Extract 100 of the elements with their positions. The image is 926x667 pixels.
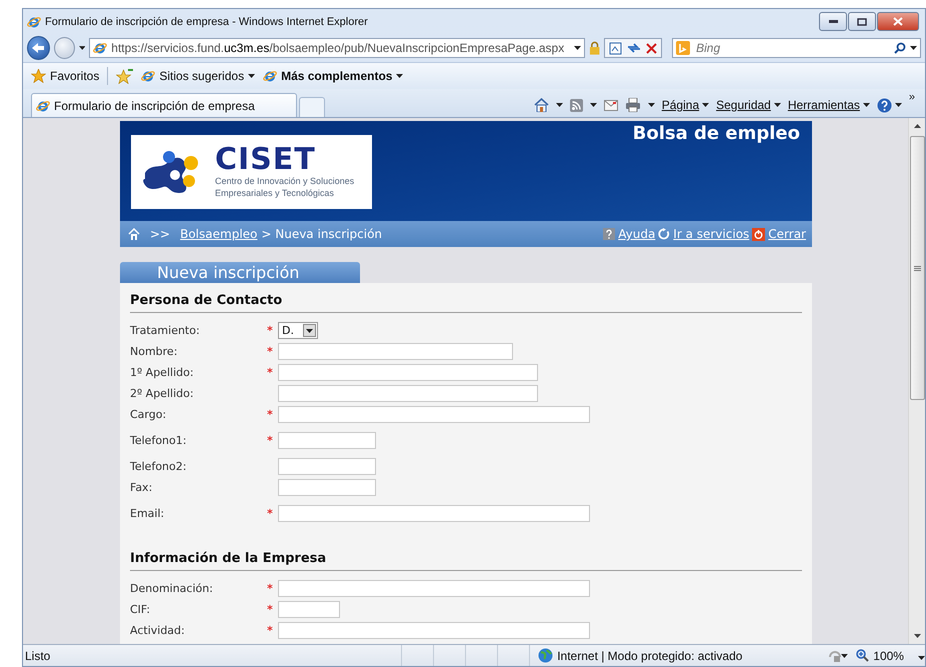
page-icon <box>36 98 50 112</box>
close-icon <box>893 17 903 26</box>
close-button[interactable] <box>877 12 919 31</box>
browser-logo-icon <box>27 14 41 28</box>
field-label: Tratamiento: <box>130 324 201 337</box>
caret-icon[interactable] <box>862 103 870 107</box>
text-field[interactable] <box>278 458 376 475</box>
text-field[interactable] <box>278 622 590 639</box>
caret-icon[interactable] <box>556 103 563 107</box>
breadcrumb-current: > Nueva inscripción <box>261 227 382 241</box>
browser-tab[interactable]: Formulario de inscripción de empresa <box>31 93 297 117</box>
caret-icon[interactable] <box>918 656 925 660</box>
history-caret-icon[interactable] <box>78 46 86 50</box>
logo-tagline: Centro de Innovación y Soluciones <box>215 175 354 187</box>
caret-icon[interactable] <box>396 74 404 78</box>
scroll-down-icon[interactable] <box>914 634 920 638</box>
caret-icon[interactable] <box>590 103 597 107</box>
section-title: Persona de Contacto <box>130 291 802 313</box>
feed-icon[interactable] <box>570 98 583 112</box>
text-field[interactable] <box>278 385 538 402</box>
star-icon <box>31 69 46 83</box>
text-field[interactable] <box>278 343 513 360</box>
field-label: Actividad: <box>130 624 186 637</box>
power-icon <box>752 228 766 240</box>
address-field[interactable]: https://servicios.fund.uc3m.es/bolsaempleo/pub/NuevaInscripcionEmpresaPage.aspx <box>89 38 585 58</box>
back-button[interactable] <box>27 36 50 60</box>
back-arrow-icon <box>32 43 44 53</box>
stop-icon[interactable] <box>646 42 658 54</box>
grip-icon[interactable] <box>914 266 920 270</box>
vertical-scrollbar[interactable] <box>908 118 925 644</box>
search-bar[interactable]: Bing <box>672 38 921 58</box>
text-field[interactable] <box>278 580 590 597</box>
logo-name: CISET <box>215 145 317 175</box>
toolbar-menu[interactable]: Herramientas <box>788 98 870 112</box>
caret-icon[interactable] <box>841 654 848 658</box>
required-mark: * <box>267 624 274 637</box>
help-menu[interactable] <box>876 98 902 112</box>
minimize-button[interactable] <box>819 12 847 31</box>
maximize-icon <box>857 18 867 26</box>
zoom-button[interactable]: 100% <box>848 648 904 662</box>
field-label: Telefono2: <box>130 460 188 473</box>
search-engine-logo-icon <box>676 41 690 55</box>
refresh-icon[interactable] <box>627 42 642 54</box>
page-icon <box>141 69 156 83</box>
dropdown-caret-icon[interactable] <box>306 328 313 332</box>
page-icon <box>93 41 108 55</box>
text-field[interactable] <box>278 601 340 618</box>
status-text: Listo <box>24 648 52 662</box>
help-icon <box>876 98 892 112</box>
search-field[interactable]: Bing <box>694 40 890 56</box>
text-field[interactable] <box>278 364 538 381</box>
caret-icon[interactable] <box>910 46 917 50</box>
required-mark: * <box>267 434 274 447</box>
search-icon[interactable] <box>894 42 906 54</box>
home-icon[interactable] <box>534 98 549 112</box>
required-mark: * <box>267 345 274 358</box>
required-mark: * <box>267 603 274 616</box>
site-title: Bolsa de empleo <box>632 123 800 144</box>
favorites-menu[interactable]: Sitios sugeridos <box>141 69 256 83</box>
text-field[interactable] <box>278 479 376 496</box>
caret-icon[interactable] <box>894 103 902 107</box>
text-field[interactable] <box>278 432 376 449</box>
favorites-button[interactable]: Favoritos <box>31 69 100 83</box>
maximize-button[interactable] <box>848 12 876 31</box>
toolbar-overflow-button[interactable]: » <box>908 91 915 103</box>
logo-tagline: Empresariales y Tecnológicas <box>215 187 335 199</box>
caret-icon[interactable] <box>648 103 655 107</box>
caret-icon[interactable] <box>774 103 781 107</box>
required-mark: * <box>267 507 274 520</box>
add-favorite-icon[interactable] <box>116 68 134 84</box>
text-field[interactable] <box>278 406 590 423</box>
favorites-menu[interactable]: Más complementos <box>263 69 404 83</box>
scroll-up-icon[interactable] <box>914 124 920 128</box>
caret-icon[interactable] <box>248 74 256 78</box>
field-label: Nombre: <box>130 345 178 358</box>
required-mark: * <box>267 408 274 421</box>
field-label: Denominación: <box>130 582 214 595</box>
url-text: https://servicios.fund.uc3m.es/bolsaempleo/pub/NuevaInscripcionEmpresaPage.aspx <box>111 41 566 55</box>
toolbar-menu[interactable]: Seguridad <box>716 98 781 112</box>
field-label: 1º Apellido: <box>130 366 195 379</box>
toolbar-menu[interactable]: Página <box>662 98 710 112</box>
circular-arrow-icon <box>658 228 670 240</box>
home-icon[interactable] <box>128 228 140 240</box>
print-icon[interactable] <box>624 98 641 112</box>
compatibility-view-icon[interactable] <box>609 42 622 54</box>
required-mark: * <box>267 324 274 337</box>
breadcrumb-separator: >> <box>150 227 170 241</box>
globe-icon <box>538 648 554 663</box>
field-label: CIF: <box>130 603 152 616</box>
field-label: 2º Apellido: <box>130 387 195 400</box>
salutation-dropdown[interactable]: D. <box>278 322 318 339</box>
caret-icon[interactable] <box>702 103 710 107</box>
zoom-icon <box>856 649 870 662</box>
text-field[interactable] <box>278 505 590 522</box>
caret-icon[interactable] <box>574 46 581 50</box>
page-icon <box>263 69 278 83</box>
minimize-icon <box>828 20 838 23</box>
field-label: Email: <box>130 507 166 520</box>
mail-icon[interactable] <box>604 100 618 110</box>
section-title: Información de la Empresa <box>130 549 802 571</box>
